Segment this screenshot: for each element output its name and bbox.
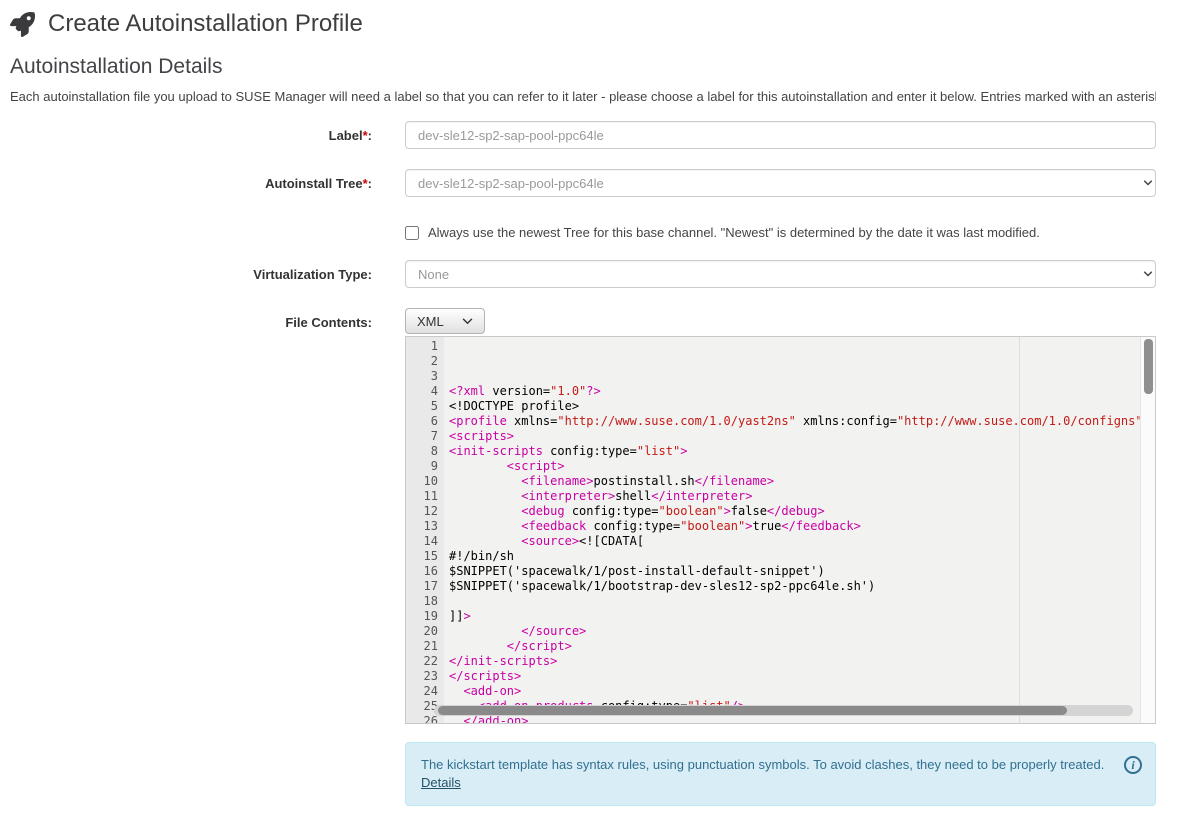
- info-alert: The kickstart template has syntax rules,…: [405, 742, 1156, 806]
- vertical-scrollbar[interactable]: [1140, 337, 1155, 723]
- chevron-down-icon: [462, 318, 473, 325]
- label-field-row: Label*:: [10, 121, 1156, 149]
- code-line: <source><![CDATA[: [449, 534, 1155, 549]
- tree-select[interactable]: dev-sle12-sp2-sap-pool-ppc64le: [405, 169, 1156, 197]
- newest-tree-checkbox[interactable]: [405, 226, 419, 240]
- print-margin: [1019, 337, 1020, 723]
- page: Create Autoinstallation Profile Autoinst…: [0, 0, 1178, 806]
- horizontal-scrollbar[interactable]: [434, 705, 1133, 716]
- alert-row: The kickstart template has syntax rules,…: [10, 742, 1156, 806]
- label-input[interactable]: [405, 121, 1156, 149]
- section-title: Autoinstallation Details: [10, 54, 1156, 80]
- editor-code[interactable]: <?xml version="1.0"?><!DOCTYPE profile><…: [444, 337, 1155, 723]
- code-line: <feedback config:type="boolean">true</fe…: [449, 519, 1155, 534]
- chevron-down-icon: [1143, 180, 1153, 186]
- code-line: [449, 594, 1155, 609]
- code-line: </scripts>: [449, 669, 1155, 684]
- file-contents-row: File Contents: XML 123456789101112131415…: [10, 308, 1156, 724]
- newest-tree-option: Always use the newest Tree for this base…: [405, 223, 1156, 240]
- tree-select-value: dev-sle12-sp2-sap-pool-ppc64le: [418, 176, 604, 191]
- chevron-down-icon: [1143, 271, 1153, 277]
- page-title: Create Autoinstallation Profile: [48, 9, 363, 39]
- virtualization-label: Virtualization Type:: [10, 260, 405, 282]
- tree-field-label: Autoinstall Tree*:: [10, 169, 405, 191]
- rocket-icon: [10, 12, 35, 37]
- code-line: $SNIPPET('spacewalk/1/bootstrap-dev-sles…: [449, 579, 1155, 594]
- code-editor[interactable]: 1234567891011121314151617181920212223242…: [405, 336, 1156, 724]
- editor-gutter: 1234567891011121314151617181920212223242…: [406, 337, 444, 723]
- autoinstall-form: Label*: Autoinstall Tree*: dev-sle12-sp2…: [10, 121, 1156, 806]
- code-line: <!DOCTYPE profile>: [449, 399, 1155, 414]
- code-line: <add-on>: [449, 684, 1155, 699]
- virtualization-select-value: None: [418, 267, 449, 282]
- code-line: <scripts>: [449, 429, 1155, 444]
- details-link[interactable]: Details: [421, 775, 461, 790]
- code-line: </script>: [449, 639, 1155, 654]
- code-line: <debug config:type="boolean">false</debu…: [449, 504, 1155, 519]
- code-line: #!/bin/sh: [449, 549, 1155, 564]
- page-header: Create Autoinstallation Profile: [10, 0, 1156, 39]
- code-line: <filename>postinstall.sh</filename>: [449, 474, 1155, 489]
- code-line: <interpreter>shell</interpreter>: [449, 489, 1155, 504]
- code-line: </init-scripts>: [449, 654, 1155, 669]
- alert-message: The kickstart template has syntax rules,…: [421, 757, 1104, 772]
- newest-tree-row: Always use the newest Tree for this base…: [10, 223, 1156, 240]
- code-line: <profile xmlns="http://www.suse.com/1.0/…: [449, 414, 1155, 429]
- code-line: <?xml version="1.0"?>: [449, 384, 1155, 399]
- syntax-type-label: XML: [417, 314, 444, 329]
- info-circle-icon[interactable]: i: [1124, 756, 1142, 774]
- tree-field-row: Autoinstall Tree*: dev-sle12-sp2-sap-poo…: [10, 169, 1156, 197]
- code-line: $SNIPPET('spacewalk/1/post-install-defau…: [449, 564, 1155, 579]
- section-description: Each autoinstallation file you upload to…: [10, 89, 1156, 104]
- newest-tree-label: Always use the newest Tree for this base…: [428, 225, 1040, 240]
- code-line: <init-scripts config:type="list">: [449, 444, 1155, 459]
- code-line: <script>: [449, 459, 1155, 474]
- code-line: ]]>: [449, 609, 1155, 624]
- virtualization-select[interactable]: None: [405, 260, 1156, 288]
- file-contents-label: File Contents:: [10, 308, 405, 330]
- code-line: </source>: [449, 624, 1155, 639]
- horizontal-scrollbar-thumb[interactable]: [438, 706, 1067, 715]
- vertical-scrollbar-thumb[interactable]: [1144, 339, 1153, 394]
- syntax-type-button[interactable]: XML: [405, 308, 485, 334]
- label-field-label: Label*:: [10, 121, 405, 143]
- virtualization-row: Virtualization Type: None: [10, 260, 1156, 288]
